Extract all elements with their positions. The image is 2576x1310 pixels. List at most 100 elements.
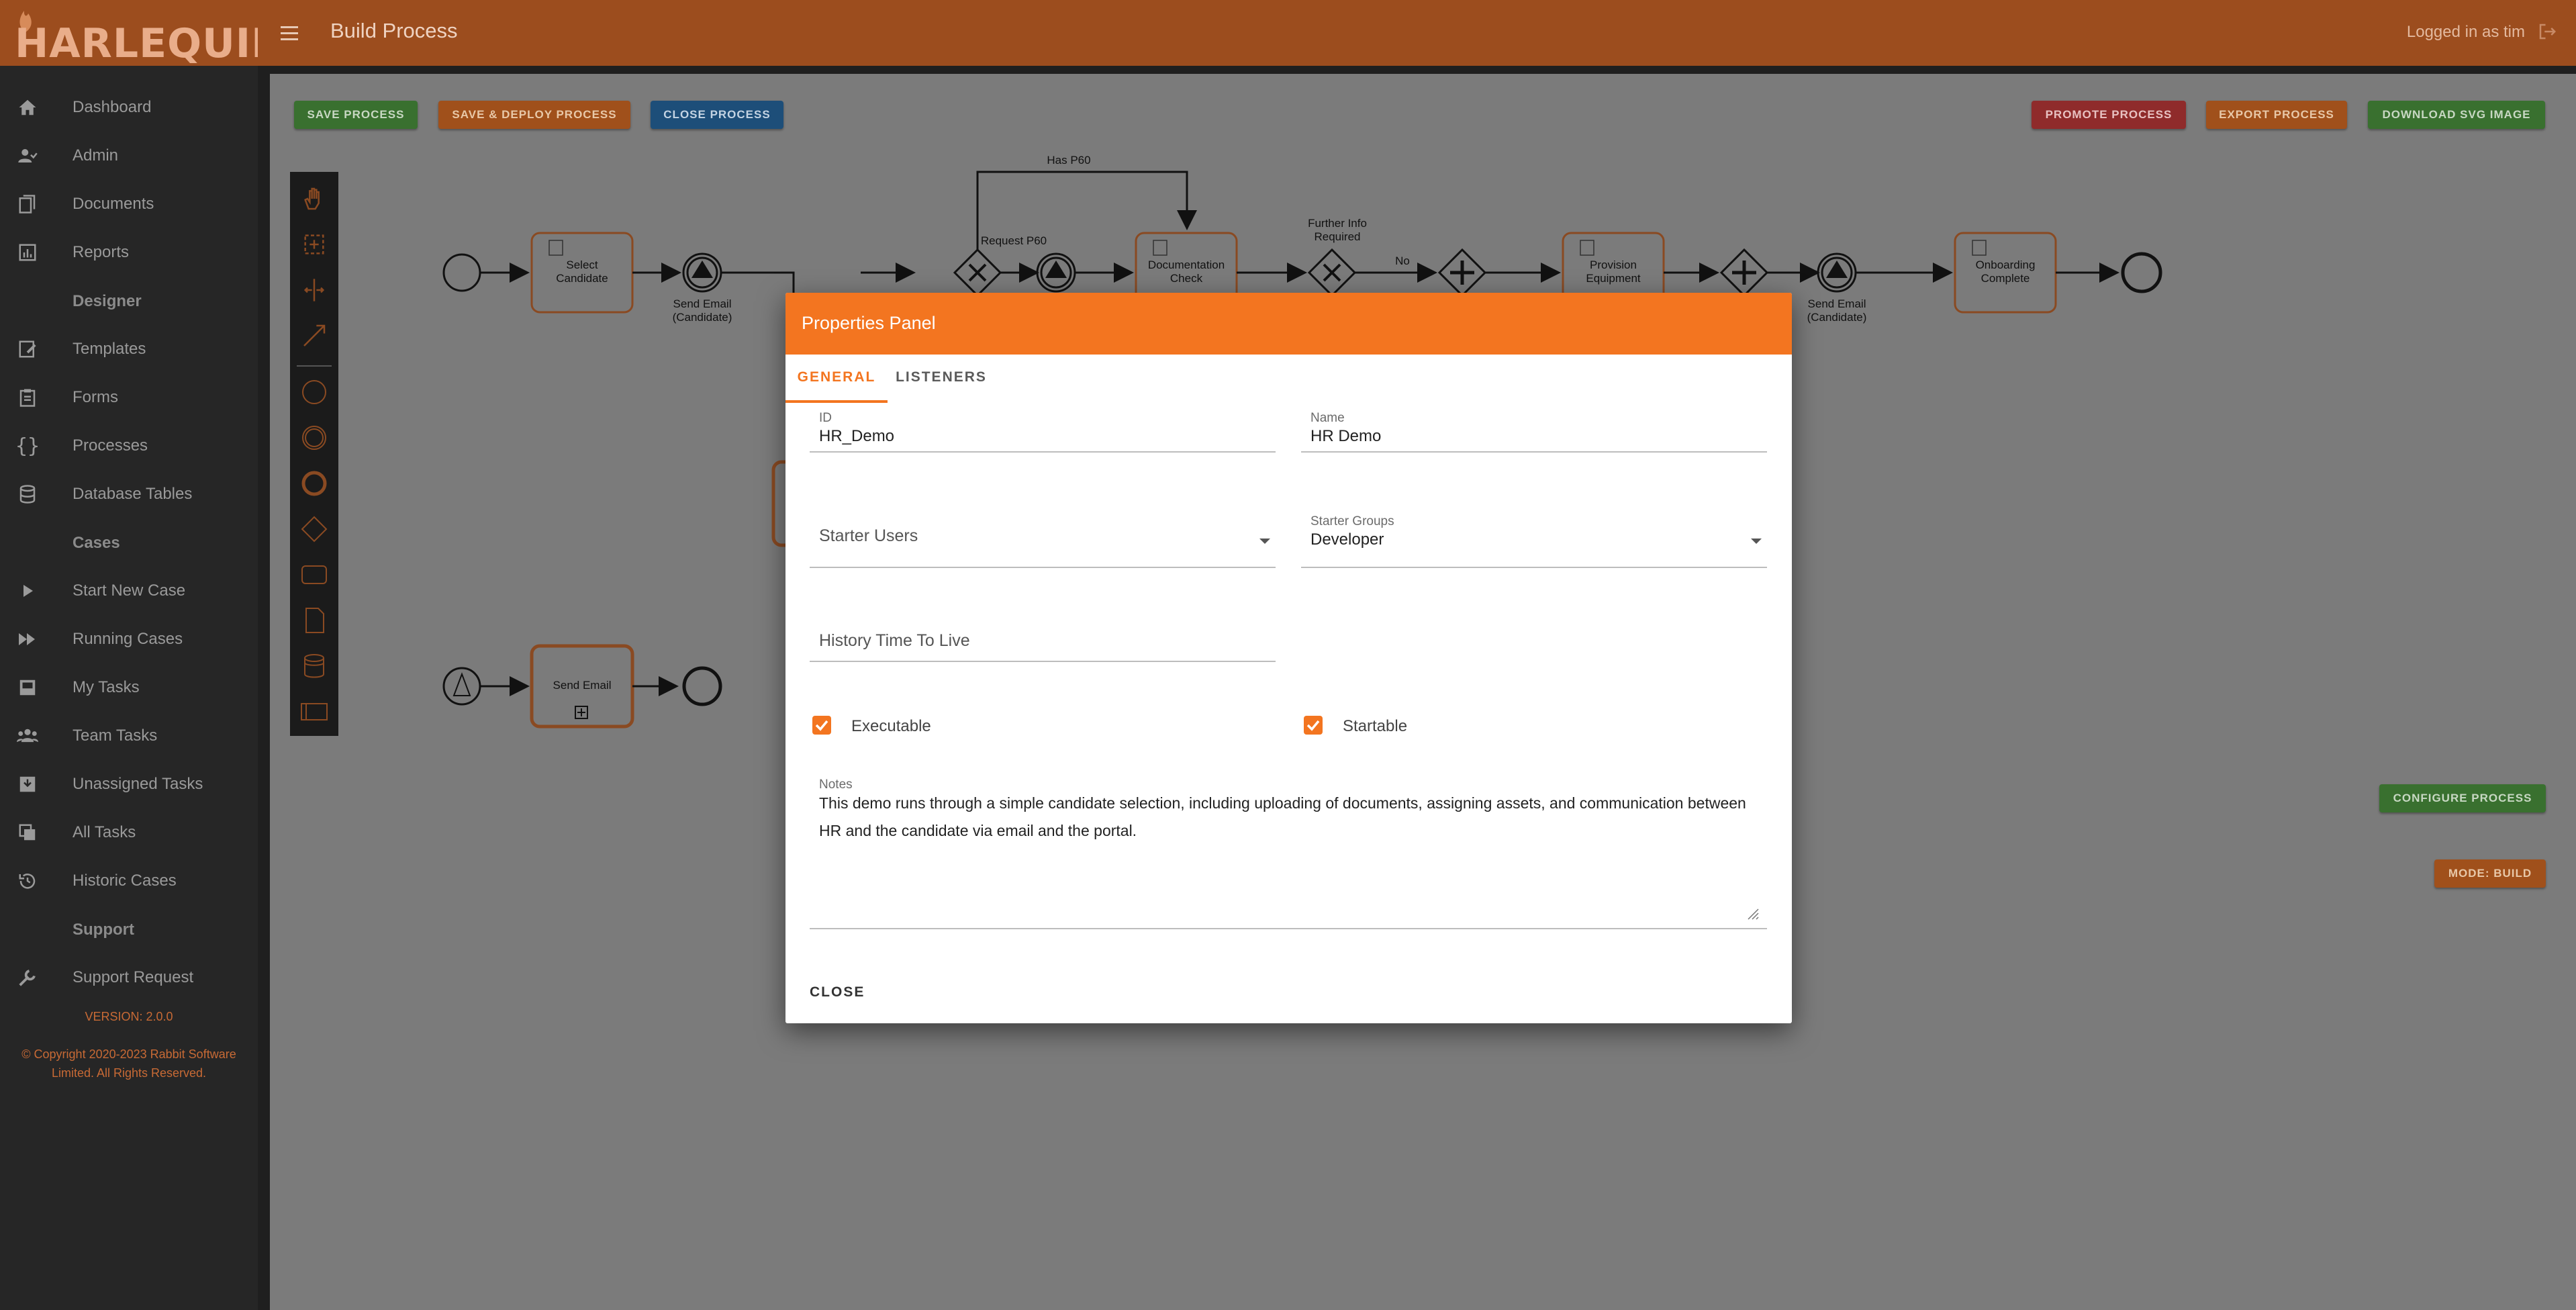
diagram-label: Complete <box>1981 272 2030 285</box>
inbox-icon <box>16 676 39 699</box>
sidebar-item-start-new-case[interactable]: Start New Case <box>0 571 258 611</box>
logout-icon[interactable] <box>2537 21 2557 42</box>
lasso-tool-icon[interactable] <box>295 226 333 263</box>
sidebar-item-running-cases[interactable]: Running Cases <box>0 619 258 659</box>
sidebar-item-database-tables[interactable]: Database Tables <box>0 474 258 514</box>
section-heading-cases: Cases <box>73 534 120 552</box>
inbox-down-icon <box>16 773 39 796</box>
sidebar-item-templates[interactable]: Templates <box>0 329 258 369</box>
pool-icon[interactable] <box>295 693 333 731</box>
save-deploy-process-button[interactable]: SAVE & DEPLOY PROCESS <box>438 101 630 129</box>
gateway-icon[interactable] <box>295 510 333 548</box>
task-icon[interactable] <box>295 556 333 594</box>
sidebar-item-label: Start New Case <box>73 581 186 600</box>
diagram-label: Send Email <box>1808 297 1866 310</box>
id-underline <box>810 451 1276 453</box>
promote-process-button[interactable]: PROMOTE PROCESS <box>2032 101 2186 129</box>
top-header: Build Process Logged in as tim <box>258 0 2576 66</box>
clipboard-icon <box>16 386 39 409</box>
users-icon <box>16 144 39 167</box>
close-process-button[interactable]: CLOSE PROCESS <box>651 101 783 129</box>
sidebar-item-reports[interactable]: Reports <box>0 232 258 273</box>
name-field[interactable]: HR Demo <box>1310 427 1381 446</box>
space-tool-icon[interactable] <box>295 271 333 309</box>
dialog-title: Properties Panel <box>802 313 936 333</box>
tab-general[interactable]: GENERAL <box>785 369 888 412</box>
sidebar-item-label: Historic Cases <box>73 872 177 890</box>
chart-icon <box>16 241 39 264</box>
sidebar: HARLEQUIN Dashboard Admin Documents Repo… <box>0 0 285 1310</box>
starter-groups-label: Starter Groups <box>1310 514 1394 528</box>
sidebar-item-all-tasks[interactable]: All Tasks <box>0 812 258 853</box>
diagram-label: Candidate <box>556 272 608 285</box>
hand-tool-icon[interactable] <box>295 180 333 218</box>
sidebar-item-label: Admin <box>73 146 119 165</box>
sidebar-item-label: Running Cases <box>73 630 183 648</box>
hamburger-menu-icon[interactable] <box>274 17 305 48</box>
diagram-label: (Candidate) <box>673 311 732 324</box>
starter-groups-select[interactable]: Developer <box>1310 530 1384 549</box>
mode-build-button[interactable]: MODE: BUILD <box>2434 859 2546 888</box>
start-event[interactable] <box>442 253 481 292</box>
save-process-button[interactable]: SAVE PROCESS <box>294 101 418 129</box>
name-label: Name <box>1310 411 1345 425</box>
diagram-label: Send Email <box>673 297 732 310</box>
sidebar-item-label: Documents <box>73 195 154 213</box>
end-event-icon[interactable] <box>295 465 333 502</box>
notes-textarea[interactable]: This demo runs through a simple candidat… <box>819 790 1772 845</box>
sidebar-item-processes[interactable]: {} Processes <box>0 426 258 466</box>
diagram-label: Onboarding <box>1976 259 2036 271</box>
copyright-text: © Copyright 2020-2023 Rabbit Software Li… <box>21 1047 236 1080</box>
history-icon <box>16 870 39 892</box>
history-underline <box>810 661 1276 662</box>
start-event-icon[interactable] <box>295 373 333 411</box>
sidebar-item-label: Forms <box>73 388 118 406</box>
sidebar-item-dashboard[interactable]: Dashboard <box>0 87 258 128</box>
data-store-icon[interactable] <box>295 647 333 685</box>
id-field[interactable]: HR_Demo <box>819 427 894 446</box>
sidebar-item-historic-cases[interactable]: Historic Cases <box>0 861 258 901</box>
sidebar-item-forms[interactable]: Forms <box>0 377 258 418</box>
app-logo[interactable]: HARLEQUIN <box>15 20 285 67</box>
sidebar-item-support-request[interactable]: Support Request <box>0 957 258 998</box>
documents-icon <box>16 193 39 216</box>
executable-label: Executable <box>851 717 931 735</box>
subprocess-end-event[interactable] <box>682 666 722 706</box>
sidebar-item-documents[interactable]: Documents <box>0 184 258 224</box>
diagram-label: (Candidate) <box>1807 311 1867 324</box>
startable-label: Startable <box>1343 717 1408 735</box>
end-event[interactable] <box>2121 252 2162 293</box>
export-process-button[interactable]: EXPORT PROCESS <box>2206 101 2347 129</box>
download-svg-image-button[interactable]: DOWNLOAD SVG IMAGE <box>2368 101 2545 129</box>
resize-handle-icon[interactable] <box>1747 908 1759 920</box>
diagram-label: Further Info <box>1308 217 1367 230</box>
chevron-down-icon[interactable] <box>1259 539 1270 544</box>
sidebar-item-my-tasks[interactable]: My Tasks <box>0 667 258 708</box>
sidebar-item-label: Support Request <box>73 968 194 986</box>
sidebar-item-label: Dashboard <box>73 98 152 116</box>
configure-process-button[interactable]: CONFIGURE PROCESS <box>2379 784 2546 812</box>
chevron-down-icon[interactable] <box>1751 539 1762 544</box>
sidebar-item-unassigned-tasks[interactable]: Unassigned Tasks <box>0 764 258 804</box>
name-underline <box>1301 451 1767 453</box>
executable-checkbox[interactable] <box>812 716 831 735</box>
sidebar-item-admin[interactable]: Admin <box>0 136 258 176</box>
close-button[interactable]: CLOSE <box>810 984 865 1000</box>
sidebar-item-team-tasks[interactable]: Team Tasks <box>0 716 258 756</box>
active-tab-indicator <box>785 400 888 403</box>
startable-checkbox[interactable] <box>1304 716 1323 735</box>
check-icon <box>815 720 828 731</box>
connect-tool-icon[interactable] <box>295 317 333 355</box>
version-text: VERSION: 2.0.0 <box>85 1010 173 1023</box>
history-time-to-live-field[interactable]: History Time To Live <box>819 631 970 651</box>
starter-users-select[interactable]: Starter Users <box>819 526 918 546</box>
intermediate-event-icon[interactable] <box>295 419 333 457</box>
diagram-label: Request P60 <box>981 234 1047 247</box>
diagram-label: Equipment <box>1586 272 1641 285</box>
diagram-label: Has P60 <box>1047 154 1090 167</box>
sidebar-item-label: Team Tasks <box>73 727 158 745</box>
team-icon <box>16 724 39 747</box>
data-object-icon[interactable] <box>295 602 333 639</box>
diagram-label: Check <box>1170 272 1203 285</box>
tab-listeners[interactable]: LISTENERS <box>888 369 995 412</box>
